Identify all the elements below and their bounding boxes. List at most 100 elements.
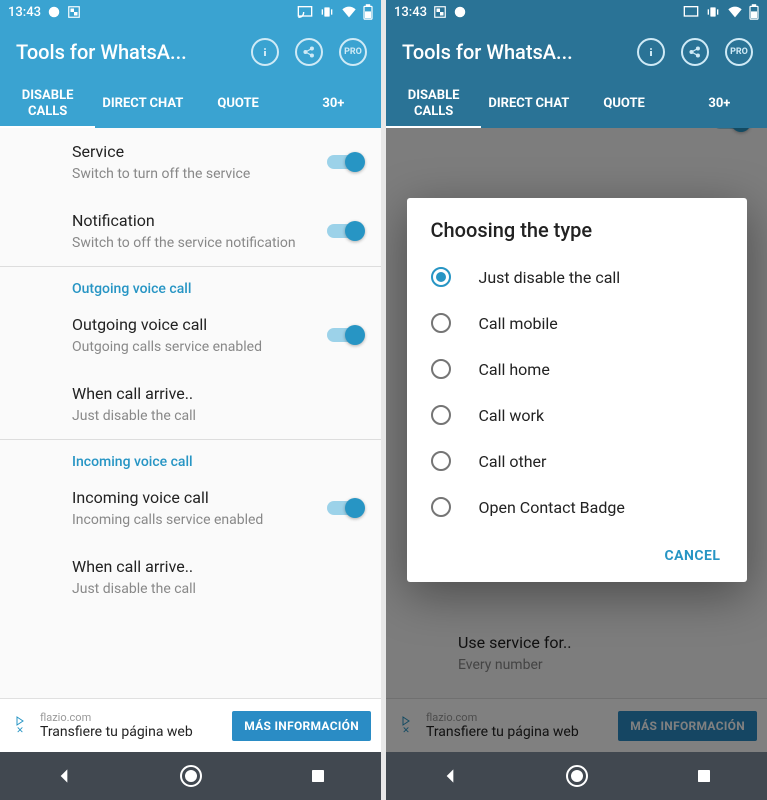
setting-service[interactable]: Service Switch to turn off the service bbox=[0, 128, 381, 197]
qr-icon bbox=[67, 5, 81, 19]
setting-sub: Switch to turn off the service bbox=[72, 165, 365, 183]
dialog-title: Choosing the type bbox=[407, 218, 747, 254]
app-bar: Tools for WhatsA... PRO bbox=[0, 24, 381, 80]
battery-icon bbox=[749, 4, 759, 20]
app-bar: Tools for WhatsA... PRO bbox=[386, 24, 767, 80]
vibrate-icon bbox=[705, 5, 721, 19]
nav-recent-button[interactable] bbox=[288, 752, 348, 800]
app-title: Tools for WhatsA... bbox=[402, 40, 631, 64]
ad-host: flazio.com bbox=[40, 711, 222, 724]
setting-title: Outgoing voice call bbox=[72, 315, 365, 336]
tab-bar: DISABLE CALLS DIRECT CHAT QUOTE 30+ bbox=[386, 80, 767, 128]
setting-when-incoming[interactable]: When call arrive.. Just disable the call bbox=[0, 543, 381, 612]
ad-title: Transfiere tu página web bbox=[40, 724, 222, 740]
toggle-notification[interactable] bbox=[327, 221, 363, 241]
ad-text: flazio.com Transfiere tu página web bbox=[40, 711, 222, 740]
ad-cta-button: MÁS INFORMACIÓN bbox=[618, 711, 757, 741]
toggle-incoming[interactable] bbox=[327, 498, 363, 518]
adchoices-icon: ✕ bbox=[396, 715, 416, 736]
cast-icon bbox=[297, 5, 313, 19]
setting-outgoing[interactable]: Outgoing voice call Outgoing calls servi… bbox=[0, 301, 381, 370]
option-label: Call other bbox=[479, 452, 547, 471]
vibrate-icon bbox=[319, 5, 335, 19]
wifi-icon bbox=[341, 5, 357, 19]
toggle-service[interactable] bbox=[327, 152, 363, 172]
setting-sub: Incoming calls service enabled bbox=[72, 511, 365, 529]
clock: 13:43 bbox=[8, 5, 41, 20]
setting-when-outgoing[interactable]: When call arrive.. Just disable the call bbox=[0, 370, 381, 439]
toggle-outgoing[interactable] bbox=[327, 325, 363, 345]
clock: 13:43 bbox=[394, 5, 427, 20]
screen-dialog: 13:43 Tools for WhatsA... PRO DISABLE CA… bbox=[386, 0, 767, 800]
settings-list[interactable]: Service Switch to turn off the service N… bbox=[0, 128, 381, 698]
setting-sub: Outgoing calls service enabled bbox=[72, 338, 365, 356]
nav-back-button[interactable] bbox=[420, 752, 480, 800]
radio-icon bbox=[431, 359, 451, 379]
ad-cta-button[interactable]: MÁS INFORMACIÓN bbox=[232, 711, 371, 741]
option-call-home[interactable]: Call home bbox=[407, 346, 747, 392]
setting-sub: Just disable the call bbox=[72, 580, 365, 598]
setting-incoming[interactable]: Incoming voice call Incoming calls servi… bbox=[0, 474, 381, 543]
option-call-mobile[interactable]: Call mobile bbox=[407, 300, 747, 346]
radio-icon bbox=[431, 267, 451, 287]
setting-notification: Switch to off the service notification bbox=[386, 128, 767, 146]
setting-title: Incoming voice call bbox=[72, 488, 365, 509]
navigation-bar bbox=[0, 752, 381, 800]
tab-more[interactable]: 30+ bbox=[286, 88, 381, 120]
option-call-other[interactable]: Call other bbox=[407, 438, 747, 484]
share-button bbox=[675, 32, 715, 72]
ad-banner[interactable]: ✕ flazio.com Transfiere tu página web MÁ… bbox=[0, 698, 381, 752]
screen-settings: 13:43 Tools for WhatsA... bbox=[0, 0, 381, 800]
nav-home-button[interactable] bbox=[547, 752, 607, 800]
tab-direct-chat: DIRECT CHAT bbox=[481, 88, 576, 120]
nav-back-button[interactable] bbox=[34, 752, 94, 800]
setting-notification[interactable]: Notification Switch to off the service n… bbox=[0, 197, 381, 266]
qr-icon bbox=[433, 5, 447, 19]
share-button[interactable] bbox=[289, 32, 329, 72]
setting-title: When call arrive.. bbox=[72, 384, 365, 405]
option-label: Just disable the call bbox=[479, 268, 621, 287]
option-label: Open Contact Badge bbox=[479, 498, 625, 517]
app-title: Tools for WhatsA... bbox=[16, 40, 245, 64]
ad-banner: ✕ flazio.com Transfiere tu página web MÁ… bbox=[386, 698, 767, 752]
setting-sub: Switch to off the service notification bbox=[72, 234, 365, 252]
tab-more: 30+ bbox=[672, 88, 767, 120]
navigation-bar bbox=[386, 752, 767, 800]
option-label: Call work bbox=[479, 406, 545, 425]
setting-sub: Just disable the call bbox=[72, 407, 365, 425]
nav-recent-button[interactable] bbox=[674, 752, 734, 800]
setting-title: Service bbox=[72, 142, 365, 163]
option-label: Call mobile bbox=[479, 314, 558, 333]
option-disable-call[interactable]: Just disable the call bbox=[407, 254, 747, 300]
pro-button[interactable]: PRO bbox=[333, 32, 373, 72]
tab-disable-calls[interactable]: DISABLE CALLS bbox=[0, 80, 95, 127]
tab-quote: QUOTE bbox=[577, 88, 672, 120]
wifi-icon bbox=[727, 5, 743, 19]
option-label: Call home bbox=[479, 360, 550, 379]
tab-disable-calls: DISABLE CALLS bbox=[386, 80, 481, 127]
tab-bar: DISABLE CALLS DIRECT CHAT QUOTE 30+ bbox=[0, 80, 381, 128]
radio-icon bbox=[431, 313, 451, 333]
toggle-notification bbox=[713, 128, 749, 132]
tab-direct-chat[interactable]: DIRECT CHAT bbox=[95, 88, 190, 120]
dialog-choose-type: Choosing the type Just disable the call … bbox=[407, 198, 747, 582]
battery-icon bbox=[363, 4, 373, 20]
chat-bubble-icon bbox=[453, 5, 467, 19]
status-bar: 13:43 bbox=[0, 0, 381, 24]
nav-home-button[interactable] bbox=[161, 752, 221, 800]
adchoices-icon[interactable]: ✕ bbox=[10, 715, 30, 736]
tab-quote[interactable]: QUOTE bbox=[191, 88, 286, 120]
setting-title: When call arrive.. bbox=[72, 557, 365, 578]
radio-icon bbox=[431, 405, 451, 425]
setting-use-for: Use service for.. Every number bbox=[386, 619, 767, 688]
cancel-button[interactable]: CANCEL bbox=[650, 538, 734, 574]
info-button[interactable] bbox=[245, 32, 285, 72]
option-call-work[interactable]: Call work bbox=[407, 392, 747, 438]
status-bar: 13:43 bbox=[386, 0, 767, 24]
info-button bbox=[631, 32, 671, 72]
setting-title: Notification bbox=[72, 211, 365, 232]
option-open-contact-badge[interactable]: Open Contact Badge bbox=[407, 484, 747, 530]
section-incoming: Incoming voice call bbox=[0, 440, 381, 474]
pro-button: PRO bbox=[719, 32, 759, 72]
radio-icon bbox=[431, 451, 451, 471]
